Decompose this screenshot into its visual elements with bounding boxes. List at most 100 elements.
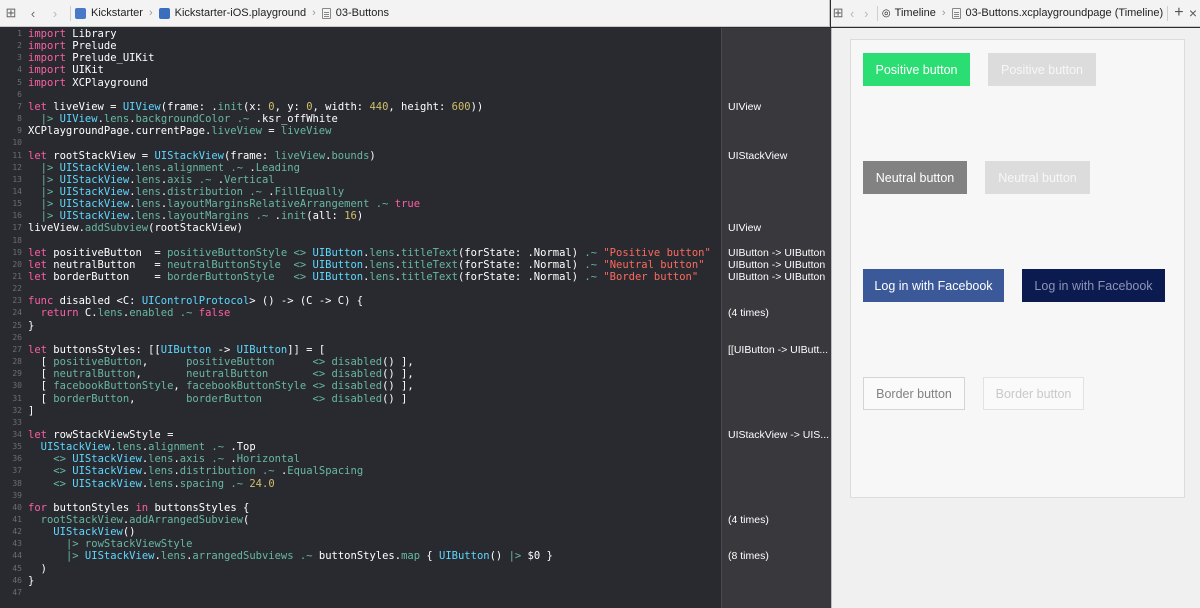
code-line[interactable]: |> UIStackView.lens.axis .~ .Vertical — [28, 174, 275, 186]
result-value[interactable]: UIStackView -> UIS... — [728, 429, 830, 441]
code-line[interactable]: import Prelude — [28, 40, 117, 52]
code-line[interactable]: [ positiveButton, positiveButton <> disa… — [28, 356, 414, 368]
divider — [877, 5, 878, 21]
code-line[interactable]: let rowStackViewStyle = — [28, 429, 173, 441]
code-token: , height: — [388, 100, 452, 113]
breadcrumb-project[interactable]: Kickstarter — [75, 7, 143, 19]
code-line[interactable]: <> UIStackView.lens.spacing .~ 24.0 — [28, 478, 274, 490]
code-token: lens — [148, 465, 174, 478]
line-number: 10 — [12, 138, 22, 148]
code-token: C. — [78, 307, 98, 320]
result-value[interactable]: [[UIButton -> UIButt... — [728, 344, 830, 356]
code-line[interactable]: UIStackView() — [28, 526, 135, 538]
border-button[interactable]: Border button — [863, 377, 965, 410]
neutral-button[interactable]: Neutral button — [863, 161, 967, 194]
code-token: UIStackView — [72, 465, 142, 478]
forward-arrow-icon[interactable]: › — [859, 0, 873, 27]
line-number: 37 — [12, 466, 22, 476]
code-line[interactable]: [ borderButton, borderButton <> disabled… — [28, 393, 408, 405]
code-line[interactable]: let positiveButton = positiveButtonStyle… — [28, 247, 711, 259]
code-line[interactable]: |> UIView.lens.backgroundColor .~ .ksr_o… — [28, 113, 338, 125]
result-value[interactable]: UIView — [728, 101, 830, 113]
code-line[interactable]: } — [28, 320, 34, 332]
border-button-disabled[interactable]: Border button — [983, 377, 1084, 410]
code-line[interactable]: |> UIStackView.lens.layoutMarginsRelativ… — [28, 198, 420, 210]
code-line[interactable]: liveView.addSubview(rootStackView) — [28, 222, 243, 234]
code-token: for — [28, 501, 47, 514]
code-line[interactable]: [ facebookButtonStyle, facebookButtonSty… — [28, 380, 414, 392]
code-line[interactable]: [ neutralButton, neutralButton <> disabl… — [28, 368, 414, 380]
code-line[interactable]: rootStackView.addArrangedSubview( — [28, 514, 250, 526]
result-value[interactable]: UIButton -> UIButton — [728, 259, 830, 271]
code-token: liveView — [280, 125, 332, 138]
breadcrumb-playground[interactable]: Kickstarter-iOS.playground — [158, 7, 306, 19]
code-line[interactable]: |> UIStackView.lens.alignment .~ .Leadin… — [28, 162, 300, 174]
code-token: .~ — [375, 198, 389, 211]
code-token: backgroundColor — [135, 113, 231, 126]
facebook-login-button[interactable]: Log in with Facebook — [863, 269, 1004, 302]
positive-button[interactable]: Positive button — [863, 53, 970, 86]
code-token: .~ — [299, 550, 313, 563]
code-line[interactable]: func disabled <C: UIControlProtocol> () … — [28, 295, 363, 307]
code-line[interactable]: } — [28, 575, 34, 587]
code-line[interactable]: import Prelude_UIKit — [28, 52, 154, 64]
code-token: positiveButton = — [46, 246, 168, 259]
back-arrow-icon[interactable]: ‹ — [22, 0, 44, 27]
add-assistant-button[interactable]: + — [1172, 4, 1186, 22]
code-line[interactable]: XCPlaygroundPage.currentPage.liveView = … — [28, 125, 331, 137]
back-arrow-icon[interactable]: ‹ — [845, 0, 859, 27]
code-line[interactable]: let rootStackView = UIStackView(frame: l… — [28, 150, 376, 162]
result-value[interactable]: UIButton -> UIButton — [728, 271, 830, 283]
forward-arrow-icon[interactable]: › — [44, 0, 66, 27]
result-value[interactable]: UIView — [728, 222, 830, 234]
related-items-icon[interactable]: ⊞ — [831, 0, 845, 27]
facebook-login-button-disabled[interactable]: Log in with Facebook — [1022, 269, 1165, 302]
live-view[interactable]: Positive button Positive button Neutral … — [850, 39, 1185, 498]
code-line[interactable]: let liveView = UIView(frame: .init(x: 0,… — [28, 101, 483, 113]
source-editor[interactable]: 1 2 3 4 5 6 7 8 9 10 11 12 13 14 15 16 17 18 19 20 21 22 23 24 2… — [0, 28, 721, 608]
breadcrumb-timeline[interactable]: ◎ Timeline — [882, 7, 936, 19]
code-line[interactable]: ) — [28, 563, 47, 575]
code-token: .~ — [255, 210, 269, 223]
positive-button-disabled[interactable]: Positive button — [988, 53, 1096, 86]
code-line[interactable]: import UIKit — [28, 64, 104, 76]
code-line[interactable]: |> UIStackView.lens.distribution .~ .Fil… — [28, 185, 345, 198]
result-value[interactable]: (4 times) — [728, 307, 830, 319]
code-line[interactable]: ] — [28, 405, 34, 417]
code-line[interactable]: import XCPlayground — [28, 77, 148, 89]
code-line[interactable]: let neutralButton = neutralButtonStyle <… — [28, 259, 705, 271]
line-number-gutter: 1 2 3 4 5 6 7 8 9 10 11 12 13 14 15 16 17 18 19 20 21 22 23 24 2… — [0, 28, 24, 608]
result-value[interactable]: (8 times) — [728, 550, 830, 562]
code-token: lens — [369, 271, 395, 283]
code-line[interactable]: UIStackView.lens.alignment .~ .Top — [28, 441, 256, 453]
code-line[interactable]: |> UIStackView.lens.arrangedSubviews .~ … — [28, 550, 553, 562]
code-line[interactable]: import Library — [28, 28, 117, 40]
close-assistant-button[interactable]: × — [1186, 5, 1200, 21]
code-token: FillEqually — [274, 185, 345, 198]
code-line[interactable]: <> UIStackView.lens.distribution .~ .Equ… — [28, 465, 363, 477]
code-line[interactable]: let borderButton = borderButtonStyle <> … — [28, 271, 698, 283]
code-token: .~ — [179, 307, 193, 320]
breadcrumb-page[interactable]: 03-Buttons — [321, 7, 389, 19]
code-token: lens — [135, 185, 161, 198]
related-items-icon[interactable]: ⊞ — [0, 0, 22, 27]
code-line[interactable]: for buttonStyles in buttonsStyles { — [28, 502, 249, 514]
line-number: 43 — [12, 539, 22, 549]
result-value[interactable]: UIButton -> UIButton — [728, 247, 830, 259]
code-line[interactable]: let buttonsStyles: [[UIButton -> UIButto… — [28, 344, 325, 356]
code-area[interactable]: import Library import Prelude import Prelu… — [28, 28, 721, 608]
code-line[interactable]: |> rowStackViewStyle — [28, 538, 192, 550]
code-token: let — [28, 246, 47, 259]
result-value[interactable]: UIStackView — [728, 150, 830, 162]
breadcrumb-timeline-page[interactable]: 03-Buttons.xcplaygroundpage (Timeline) — [951, 7, 1163, 19]
code-line[interactable]: <> UIStackView.lens.axis .~ .Horizontal — [28, 453, 300, 465]
neutral-button-disabled[interactable]: Neutral button — [985, 161, 1090, 194]
code-line[interactable]: |> UIStackView.lens.layoutMargins .~ .in… — [28, 210, 364, 223]
result-value[interactable]: (4 times) — [728, 514, 830, 526]
code-line[interactable]: return C.lens.enabled .~ false — [28, 307, 231, 320]
line-number: 25 — [12, 320, 22, 330]
